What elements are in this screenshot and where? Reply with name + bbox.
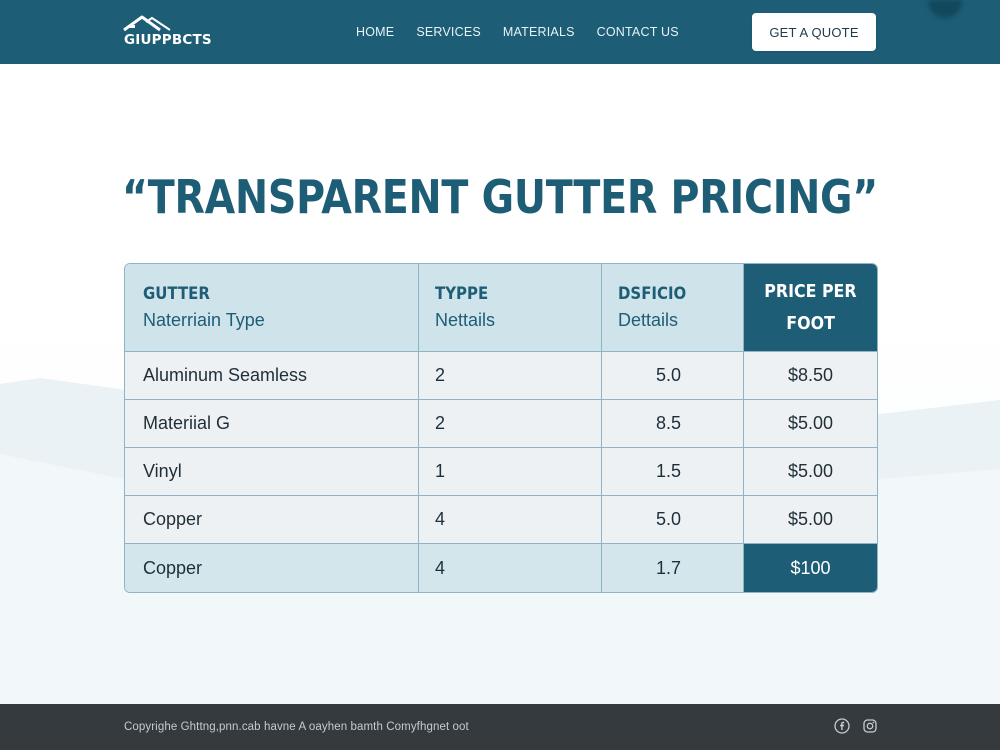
top-navigation-bar: GIUPPBCTS HOME SERVICES MATERIALS CONTAC… — [0, 0, 1000, 64]
material-cell: Vinyl — [125, 448, 419, 496]
material-cell: Copper — [125, 496, 419, 544]
table-row: Aluminum Seamless 2 5.0 $8.50 — [125, 352, 877, 400]
column-header-subtitle: Nettails — [435, 310, 496, 330]
page-title: “TRANSPARENT GUTTER PRICING” — [121, 170, 878, 224]
logo-text: GIUPPBCTS — [124, 32, 212, 48]
logo[interactable]: GIUPPBCTS — [120, 14, 220, 50]
material-cell: Copper — [125, 544, 419, 592]
pricing-table: GUTTER Naterriain Type TYPPE Nettails DS… — [124, 263, 878, 593]
nav-materials[interactable]: MATERIALS — [503, 25, 575, 39]
column-header-subtitle: Naterriain Type — [143, 310, 265, 330]
main-nav: HOME SERVICES MATERIALS CONTACT US — [356, 0, 679, 64]
nav-contact-us[interactable]: CONTACT US — [597, 25, 679, 39]
type-cell: 2 — [419, 400, 602, 448]
details-cell: 8.5 — [602, 400, 744, 448]
column-header-title: GUTTER — [143, 284, 210, 304]
column-header-gutter: GUTTER Naterriain Type — [125, 264, 419, 352]
table-row: Vinyl 1 1.5 $5.00 — [125, 448, 877, 496]
column-header-subtitle: Dettails — [618, 310, 679, 330]
instagram-icon[interactable] — [862, 718, 878, 734]
price-cell: $5.00 — [744, 448, 877, 496]
footer: Copyrighe Ghttng,pnn.cab havne A oayhen … — [0, 704, 1000, 750]
price-cell: $5.00 — [744, 400, 877, 448]
type-cell: 1 — [419, 448, 602, 496]
table-header-row: GUTTER Naterriain Type TYPPE Nettails DS… — [125, 264, 877, 352]
type-cell: 4 — [419, 544, 602, 592]
price-cell: $5.00 — [744, 496, 877, 544]
column-header-title: TYPPE — [435, 284, 489, 304]
facebook-icon[interactable] — [834, 718, 850, 734]
material-cell: Aluminum Seamless — [125, 352, 419, 400]
details-cell: 1.7 — [602, 544, 744, 592]
table-row: Copper 4 5.0 $5.00 — [125, 496, 877, 544]
type-cell: 4 — [419, 496, 602, 544]
column-header-title: DSFICIO — [618, 284, 687, 304]
column-header-title-line2: FOOT — [786, 312, 835, 334]
details-cell: 5.0 — [602, 496, 744, 544]
material-cell: Materiial G — [125, 400, 419, 448]
column-header-type: TYPPE Nettails — [419, 264, 602, 352]
copyright-text: Copyrighe Ghttng,pnn.cab havne A oayhen … — [124, 721, 469, 733]
decorative-blur — [928, 0, 962, 18]
details-cell: 1.5 — [602, 448, 744, 496]
column-header-details: DSFICIO Dettails — [602, 264, 744, 352]
get-a-quote-button[interactable]: GET A QUOTE — [752, 13, 876, 51]
house-roof-icon — [123, 15, 171, 32]
column-header-title: PRICE PER — [764, 280, 857, 302]
column-header-price-per-foot: PRICE PER FOOT — [744, 264, 877, 352]
price-cell: $8.50 — [744, 352, 877, 400]
table-row-highlighted: Copper 4 1.7 $100 — [125, 544, 877, 592]
nav-home[interactable]: HOME — [356, 25, 394, 39]
nav-services[interactable]: SERVICES — [416, 25, 481, 39]
social-links — [834, 718, 878, 734]
price-cell-highlighted: $100 — [744, 544, 877, 592]
details-cell: 5.0 — [602, 352, 744, 400]
table-row: Materiial G 2 8.5 $5.00 — [125, 400, 877, 448]
type-cell: 2 — [419, 352, 602, 400]
